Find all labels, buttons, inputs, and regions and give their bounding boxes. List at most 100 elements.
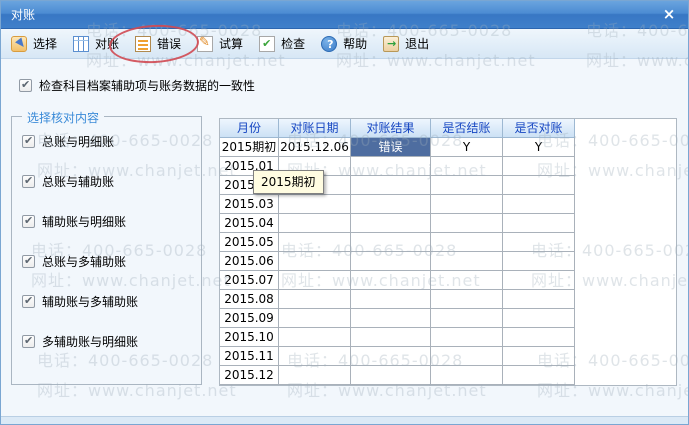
option-checkbox[interactable] (22, 175, 35, 188)
table-cell[interactable]: 2015.06 (220, 252, 279, 271)
option-checkbox[interactable] (22, 335, 35, 348)
table-cell[interactable] (279, 214, 351, 233)
table-row: 2015.07 (220, 271, 676, 290)
option-checkbox[interactable] (22, 135, 35, 148)
table-cell[interactable]: 2015.09 (220, 309, 279, 328)
column-header: 月份 (220, 119, 279, 138)
check-option-row: 总账与辅助账 (22, 173, 114, 190)
table-cell[interactable] (503, 366, 575, 385)
check-option-row: 多辅助账与明细账 (22, 333, 138, 350)
table-cell[interactable] (351, 176, 431, 195)
toolbar-button-error[interactable]: 错误 (131, 33, 185, 54)
table-cell[interactable] (351, 195, 431, 214)
table-cell[interactable] (431, 233, 503, 252)
option-checkbox[interactable] (22, 295, 35, 308)
table-cell[interactable] (503, 290, 575, 309)
table-cell[interactable] (503, 309, 575, 328)
table-cell[interactable] (351, 347, 431, 366)
table-cell[interactable] (351, 290, 431, 309)
table-cell[interactable] (351, 366, 431, 385)
table-cell[interactable] (279, 347, 351, 366)
table-cell[interactable] (431, 214, 503, 233)
window-title: 对账 (1, 6, 35, 23)
table-cell[interactable] (279, 309, 351, 328)
table-row: 2015.05 (220, 233, 676, 252)
table-cell[interactable] (431, 195, 503, 214)
check-icon (259, 36, 275, 52)
option-label: 总账与辅助账 (42, 173, 114, 190)
table-cell[interactable] (279, 328, 351, 347)
table-cell[interactable] (279, 271, 351, 290)
table-cell[interactable] (431, 347, 503, 366)
option-checkbox[interactable] (22, 215, 35, 228)
table-cell[interactable] (431, 309, 503, 328)
table-cell[interactable] (431, 271, 503, 290)
toolbar-button-check[interactable]: 检查 (255, 33, 309, 54)
toolbar-button-trial[interactable]: 试算 (193, 33, 247, 54)
table-cell[interactable]: 2015.03 (220, 195, 279, 214)
table-cell[interactable] (279, 233, 351, 252)
table-cell[interactable] (503, 328, 575, 347)
table-cell[interactable] (503, 214, 575, 233)
table-cell[interactable]: 2015.11 (220, 347, 279, 366)
table-cell[interactable] (503, 157, 575, 176)
toolbar-button-help[interactable]: 帮助 (317, 33, 371, 54)
table-cell[interactable]: 2015.05 (220, 233, 279, 252)
table-cell[interactable] (503, 233, 575, 252)
table-cell[interactable]: Y (431, 138, 503, 157)
table-cell[interactable] (503, 195, 575, 214)
exit-icon (383, 36, 399, 52)
table-cell[interactable] (279, 290, 351, 309)
table-cell[interactable] (351, 328, 431, 347)
table-row: 2015.03 (220, 195, 676, 214)
table-cell[interactable]: 2015.10 (220, 328, 279, 347)
table-cell[interactable] (503, 271, 575, 290)
option-checkbox[interactable] (22, 255, 35, 268)
consistency-checkbox[interactable] (19, 79, 32, 92)
table-cell[interactable] (279, 195, 351, 214)
toolbar-button-select[interactable]: 选择 (7, 33, 61, 54)
table-cell[interactable]: 2015.12 (220, 366, 279, 385)
consistency-check-label: 检查科目档案辅助项与账务数据的一致性 (39, 77, 255, 94)
column-header: 对账日期 (279, 119, 351, 138)
table-cell[interactable] (351, 309, 431, 328)
title-bar: 对账 × (1, 1, 688, 29)
table-cell[interactable] (351, 252, 431, 271)
table-cell[interactable] (351, 157, 431, 176)
option-label: 辅助账与明细账 (42, 213, 126, 230)
table-cell[interactable] (351, 271, 431, 290)
check-option-row: 辅助账与多辅助账 (22, 293, 138, 310)
table-cell[interactable] (503, 176, 575, 195)
trial-icon (197, 36, 213, 52)
table-cell[interactable] (431, 366, 503, 385)
toolbar-button-label: 退出 (405, 35, 429, 52)
column-header: 是否对账 (503, 119, 575, 138)
table-cell[interactable]: 2015.04 (220, 214, 279, 233)
table-cell[interactable] (503, 252, 575, 271)
table-cell[interactable] (431, 252, 503, 271)
option-label: 总账与多辅助账 (42, 253, 126, 270)
toolbar-button-exit[interactable]: 退出 (379, 33, 433, 54)
table-cell[interactable]: 2015.07 (220, 271, 279, 290)
reconcile-table: 月份对账日期对账结果是否结账是否对账2015期初2015.12.06错误YY20… (219, 118, 677, 386)
table-cell[interactable] (351, 233, 431, 252)
table-cell[interactable] (279, 366, 351, 385)
table-cell[interactable]: 2015.12.06 (279, 138, 351, 157)
table-cell[interactable] (431, 157, 503, 176)
table-cell[interactable] (431, 176, 503, 195)
table-cell[interactable]: 2015.08 (220, 290, 279, 309)
table-cell[interactable]: 2015期初 (220, 138, 279, 157)
option-label: 总账与明细账 (42, 133, 114, 150)
check-option-row: 总账与明细账 (22, 133, 114, 150)
toolbar-button-reconcile[interactable]: 对账 (69, 33, 123, 54)
table-cell[interactable] (351, 214, 431, 233)
table-cell[interactable] (431, 290, 503, 309)
result-cell-selected[interactable]: 错误 (351, 138, 431, 157)
table-cell[interactable]: Y (503, 138, 575, 157)
table-cell[interactable] (503, 347, 575, 366)
toolbar-button-label: 检查 (281, 35, 305, 52)
table-cell[interactable] (431, 328, 503, 347)
toolbar-button-label: 错误 (157, 35, 181, 52)
table-cell[interactable] (279, 252, 351, 271)
close-icon[interactable]: × (660, 5, 678, 23)
